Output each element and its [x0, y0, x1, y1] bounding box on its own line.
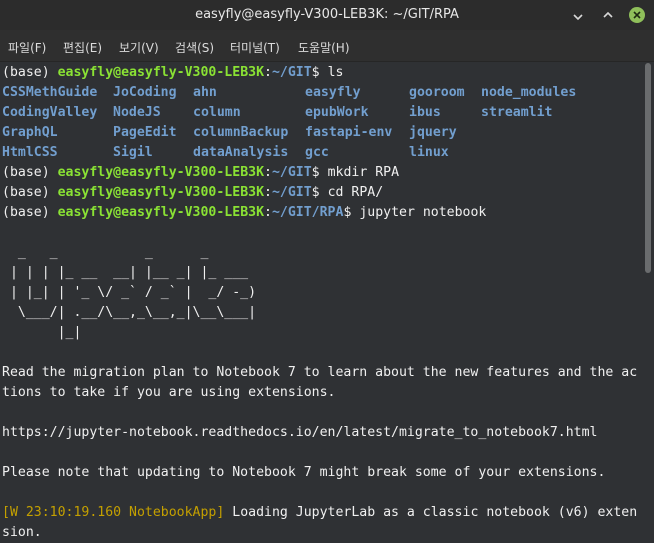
list-item: jquery [409, 125, 457, 140]
list-item: CSSMethGuide [2, 85, 98, 100]
prompt-colon: : [264, 165, 272, 180]
menu-view[interactable]: 보기(V) [119, 39, 159, 56]
migration-url[interactable]: https://jupyter-notebook.readthedocs.io/… [2, 423, 597, 443]
prompt-dollar: $ [311, 65, 328, 80]
command-text: mkdir RPA [327, 165, 400, 180]
list-item: JoCoding [113, 85, 177, 100]
list-item: ibus [409, 105, 441, 120]
maximize-button[interactable] [598, 5, 618, 25]
ascii-art-line: _ _ _ _ [2, 245, 209, 260]
list-item: NodeJS [113, 105, 161, 120]
prompt-user: easyfly@easyfly-V300-LEB3K [57, 205, 265, 220]
list-item: node_modules [481, 85, 577, 100]
prompt-line-cd: (base) easyfly@easyfly-V300-LEB3K:~/GIT$… [2, 183, 383, 203]
list-item: column [193, 105, 241, 120]
prompt-colon: : [264, 65, 272, 80]
prompt-user: easyfly@easyfly-V300-LEB3K [57, 185, 265, 200]
list-item: HtmlCSS [2, 145, 58, 160]
prompt-user: easyfly@easyfly-V300-LEB3K [57, 65, 265, 80]
list-item: PageEdit [113, 125, 177, 140]
close-icon [633, 11, 641, 19]
prompt-env: (base) [2, 165, 58, 180]
prompt-line-ls: (base) easyfly@easyfly-V300-LEB3K:~/GIT$… [2, 63, 343, 83]
prompt-user: easyfly@easyfly-V300-LEB3K [57, 165, 265, 180]
prompt-colon: : [264, 185, 272, 200]
list-item: columnBackup [193, 125, 289, 140]
maximize-icon [603, 11, 613, 18]
title-bar[interactable]: easyfly@easyfly-V300-LEB3K: ~/GIT/RPA [0, 0, 654, 30]
ascii-art-line: | |_| | '_ \/ _` / _` | _/ -_) [2, 285, 257, 300]
prompt-path: ~/GIT [271, 165, 312, 180]
menu-terminal[interactable]: 터미널(T) [230, 39, 280, 56]
prompt-path: ~/GIT [271, 185, 312, 200]
ascii-art-line: | | | |_ __ __| |__ _| |_ ___ [2, 265, 249, 280]
list-item: gcc [305, 145, 329, 160]
prompt-colon: : [264, 205, 272, 220]
warning-message: Please note that updating to Notebook 7 … [2, 465, 606, 480]
window-title: easyfly@easyfly-V300-LEB3K: ~/GIT/RPA [195, 7, 459, 22]
list-item: streamlit [481, 105, 553, 120]
scrollbar[interactable] [642, 63, 654, 543]
list-item: ahn [193, 85, 217, 100]
list-item: fastapi-env [305, 125, 393, 140]
command-text: ls [327, 65, 344, 80]
terminal-window: easyfly@easyfly-V300-LEB3K: ~/GIT/RPA 파일… [0, 0, 654, 543]
minimize-button[interactable] [568, 5, 588, 25]
terminal-output[interactable]: (base) easyfly@easyfly-V300-LEB3K:~/GIT$… [0, 63, 642, 543]
close-button[interactable] [627, 5, 647, 25]
menu-file[interactable]: 파일(F) [8, 39, 46, 56]
ascii-art-line: \___/| .__/\__,_\__,_|\__\___| [2, 305, 257, 320]
menu-edit[interactable]: 편집(E) [63, 39, 102, 56]
list-item: gooroom [409, 85, 465, 100]
list-item: linux [409, 145, 449, 160]
prompt-dollar: $ [343, 205, 360, 220]
list-item: epubWork [305, 105, 369, 120]
prompt-dollar: $ [311, 165, 328, 180]
prompt-env: (base) [2, 65, 58, 80]
command-text: jupyter notebook [359, 205, 487, 220]
prompt-path: ~/GIT/RPA [271, 205, 344, 220]
prompt-env: (base) [2, 185, 58, 200]
prompt-line-jupyter: (base) easyfly@easyfly-V300-LEB3K:~/GIT/… [2, 203, 486, 223]
menu-bar: 파일(F) 편집(E) 보기(V) 검색(S) 터미널(T) 도움말(H) [0, 30, 654, 62]
ascii-art-line: |_| [2, 325, 82, 340]
list-item: Sigil [113, 145, 153, 160]
prompt-dollar: $ [311, 185, 328, 200]
prompt-path: ~/GIT [271, 65, 312, 80]
log-line: [W 23:10:19.160 NotebookApp] Loading Jup… [2, 503, 637, 523]
list-item: dataAnalysis [193, 145, 289, 160]
scrollbar-thumb[interactable] [645, 63, 651, 273]
menu-search[interactable]: 검색(S) [175, 39, 214, 56]
log-tag: [W 23:10:19.160 NotebookApp] [2, 505, 225, 520]
log-message: Loading JupyterLab as a classic notebook… [224, 505, 638, 520]
menu-help[interactable]: 도움말(H) [298, 39, 350, 56]
command-text: cd RPA/ [327, 185, 384, 200]
prompt-env: (base) [2, 205, 58, 220]
list-item: CodingValley [2, 105, 98, 120]
list-item: GraphQL [2, 125, 58, 140]
list-item: easyfly [305, 85, 361, 100]
log-line-cont: sion. [2, 525, 42, 540]
minimize-icon [573, 14, 583, 21]
migration-message: Read the migration plan to Notebook 7 to… [2, 365, 638, 380]
prompt-line-mkdir: (base) easyfly@easyfly-V300-LEB3K:~/GIT$… [2, 163, 399, 183]
migration-message-cont: tions to take if you are using extension… [2, 385, 336, 400]
